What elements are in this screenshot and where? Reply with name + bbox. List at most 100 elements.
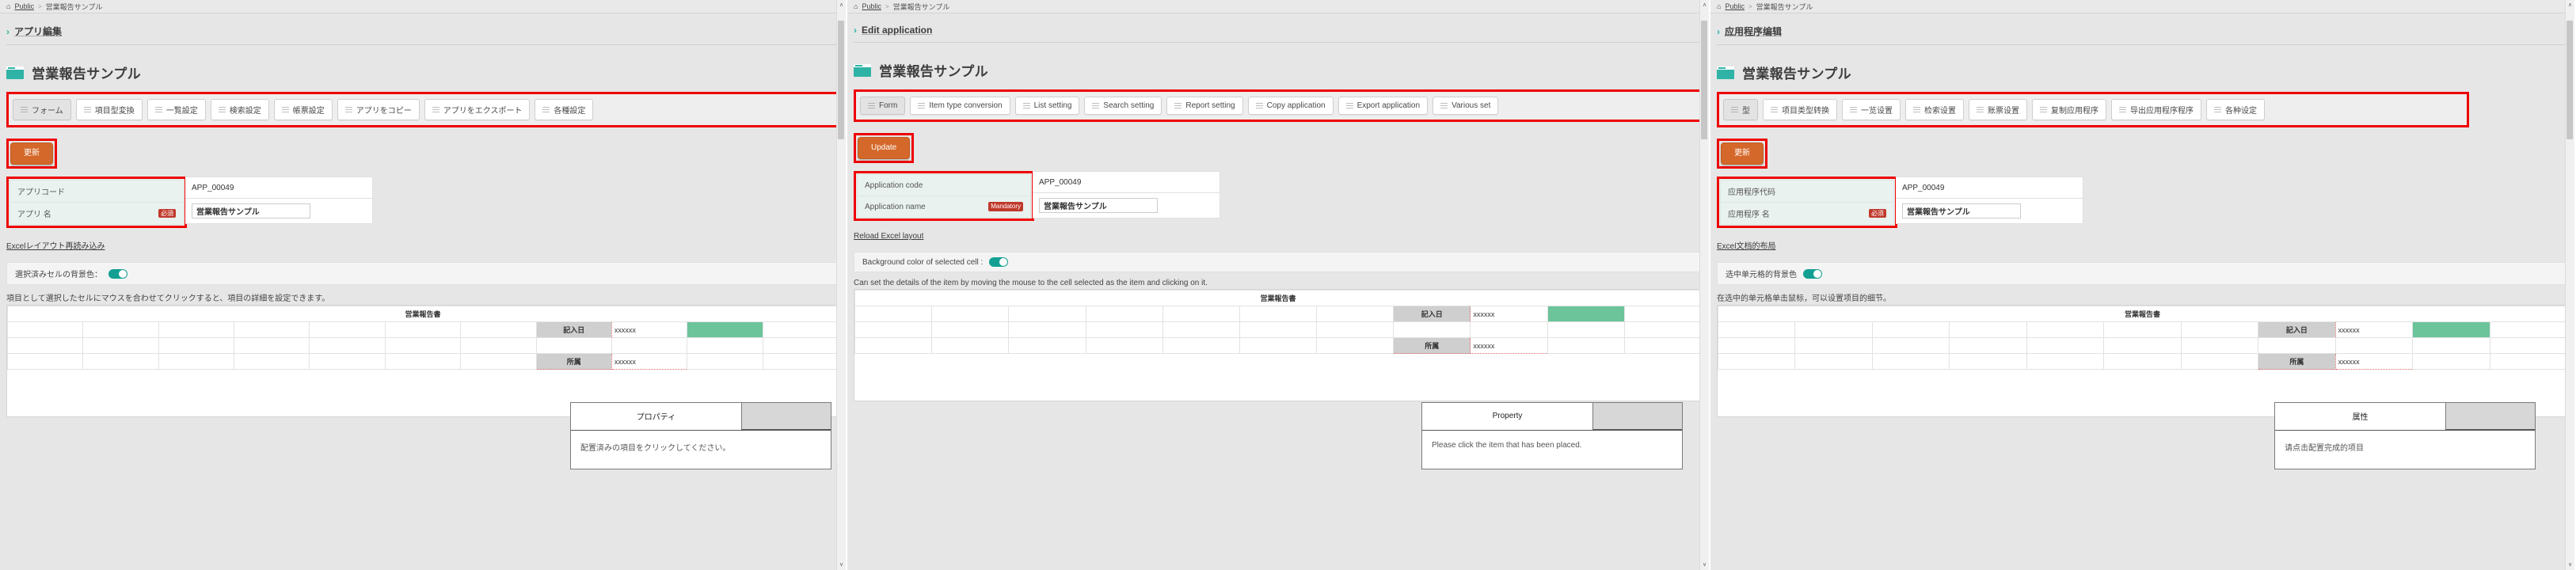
excel-sheet[interactable]: 営業報告書 記入日 xxxxxx 所属 xxxxxx — [854, 289, 1703, 401]
application-name-input[interactable] — [192, 203, 310, 218]
scroll-thumb[interactable] — [2566, 21, 2573, 139]
toolbar-button-copy-application[interactable]: Copy application — [1247, 97, 1334, 115]
application-name-input[interactable] — [1902, 203, 2021, 218]
section-header[interactable]: › 应用程序编辑 — [1710, 13, 2574, 43]
toolbar-button-various-settings[interactable]: 各種設定 — [535, 99, 594, 120]
chevron-right-icon: › — [1717, 25, 1720, 37]
home-icon[interactable]: ⌂ — [854, 2, 858, 10]
scroll-thumb[interactable] — [1701, 21, 1707, 139]
table-row — [1033, 192, 1220, 218]
toolbar-button-label: 帳票設定 — [292, 107, 325, 116]
toolbar-button-form[interactable]: 型 — [1723, 99, 1758, 120]
scroll-up-arrow[interactable]: ∧ — [837, 0, 846, 10]
update-button[interactable]: 更新 — [10, 142, 53, 165]
table-row: APP_00049 — [1896, 177, 2083, 199]
sheet-cell-dept-label[interactable]: 所属 — [1393, 337, 1471, 354]
property-popup: 属性 请点击配置完成的项目 — [2274, 402, 2536, 469]
section-title[interactable]: アプリ編集 — [14, 25, 62, 38]
toolbar-button-search-setting[interactable]: 検索設定 — [210, 99, 269, 120]
sheet-cell-date-value[interactable]: xxxxxx — [611, 321, 688, 338]
toolbar-button-search-setting[interactable]: 检索设置 — [1905, 99, 1964, 120]
toolbar-button-various-settings[interactable]: Various set — [1433, 97, 1499, 115]
home-icon[interactable]: ⌂ — [6, 2, 10, 10]
reload-excel-layout-link[interactable]: Excel文档的布局 — [1717, 239, 1775, 251]
toolbar-button-label: Various set — [1452, 101, 1491, 110]
scroll-down-arrow[interactable]: ∨ — [837, 560, 846, 570]
app-title: 営業報告サンプル — [879, 64, 988, 79]
list-lines-icon — [2040, 106, 2047, 113]
sheet-cell-date-value[interactable]: xxxxxx — [1470, 306, 1548, 322]
table-row: 所属 xxxxxx — [854, 337, 1702, 354]
hint-text: 在选中的单元格单击鼠标，可以设置项目的细节。 — [1717, 294, 1891, 303]
table-row: 所属 xxxxxx — [7, 353, 839, 370]
reload-excel-layout-link[interactable]: Excelレイアウト再読み込み — [6, 239, 105, 251]
page-scrollbar[interactable]: ∧ ∨ — [836, 0, 846, 570]
section-title[interactable]: 应用程序编辑 — [1725, 25, 1782, 38]
toolbar-button-copy-application[interactable]: 复制应用程序 — [2032, 99, 2106, 120]
section-header[interactable]: › Edit application — [847, 13, 1709, 40]
page-scrollbar[interactable]: ∧ ∨ — [1699, 0, 1709, 570]
scroll-up-arrow[interactable]: ∧ — [2566, 0, 2574, 10]
breadcrumb-root-link[interactable]: Public — [862, 2, 881, 10]
update-button[interactable]: Update — [858, 137, 911, 159]
toolbar-button-item-type-conversion[interactable]: Item type conversion — [910, 97, 1010, 115]
toolbar-button-various-settings[interactable]: 各种设定 — [2206, 99, 2265, 120]
toolbar-button-list-setting[interactable]: List setting — [1014, 97, 1080, 115]
toolbar-button-export-application[interactable]: 导出应用程序程序 — [2111, 99, 2201, 120]
scroll-thumb[interactable] — [838, 21, 844, 139]
section-header[interactable]: › アプリ編集 — [0, 13, 846, 43]
sheet-cell-dept-value[interactable]: xxxxxx — [611, 353, 688, 370]
application-name-input[interactable] — [1039, 198, 1158, 213]
scroll-down-arrow[interactable]: ∨ — [2566, 560, 2574, 570]
sheet-cell-date-marker[interactable] — [1547, 306, 1625, 322]
sheet-cell-date-label[interactable]: 記入日 — [1393, 306, 1471, 322]
panel-japanese: ⌂ Public > 営業報告サンプル › アプリ編集 営業報告サンプル フォー… — [0, 0, 847, 570]
breadcrumb-root-link[interactable]: Public — [14, 2, 34, 10]
tab-property[interactable]: プロパティ — [571, 403, 741, 430]
sheet-cell-date-value[interactable]: xxxxxx — [2334, 321, 2414, 338]
sheet-cell-dept-label[interactable]: 所属 — [535, 353, 612, 370]
tab-property[interactable]: 属性 — [2275, 403, 2445, 430]
page-scrollbar[interactable]: ∧ ∨ — [2565, 0, 2574, 570]
toolbar-button-list-setting[interactable]: 一览设置 — [1842, 99, 1901, 120]
home-icon[interactable]: ⌂ — [1717, 2, 1721, 10]
toggle-label: 选中单元格的背景色 — [1726, 271, 1797, 279]
section-title[interactable]: Edit application — [862, 25, 932, 36]
sheet-cell-date-label[interactable]: 記入日 — [535, 321, 612, 338]
sheet-cell-date-marker[interactable] — [2412, 321, 2490, 338]
field-value-application-code: APP_00049 — [1033, 171, 1220, 193]
toolbar-button-label: フォーム — [32, 107, 63, 116]
list-lines-icon — [1977, 106, 1984, 113]
toolbar-button-report-setting[interactable]: 账票设置 — [1969, 99, 2027, 120]
toolbar-button-label: 検索設定 — [229, 107, 261, 116]
update-button-highlight-box: 更新 — [6, 139, 57, 169]
excel-sheet[interactable]: 営業報告書 記入日 xxxxxx 所属 xxxxxx — [1717, 305, 2568, 417]
toolbar-button-export-application[interactable]: Export application — [1337, 97, 1429, 115]
background-color-toggle[interactable] — [1803, 268, 1822, 279]
sheet-cell-date-label[interactable]: 記入日 — [2258, 321, 2336, 338]
toolbar-button-item-type-conversion[interactable]: 项目类型转换 — [1763, 99, 1837, 120]
toolbar-button-export-application[interactable]: アプリをエクスポート — [424, 99, 531, 120]
toolbar-button-report-setting[interactable]: Report setting — [1166, 97, 1243, 115]
background-color-toggle[interactable] — [989, 257, 1009, 267]
scroll-down-arrow[interactable]: ∨ — [1700, 560, 1709, 570]
toolbar-button-item-type-conversion[interactable]: 項目型変換 — [75, 99, 143, 120]
reload-excel-layout-link[interactable]: Reload Excel layout — [854, 232, 923, 241]
toolbar-button-form[interactable]: フォーム — [13, 99, 71, 120]
sheet-cell-dept-value[interactable]: xxxxxx — [2334, 353, 2414, 370]
background-color-toggle[interactable] — [108, 268, 127, 279]
sheet-cell-dept-label[interactable]: 所属 — [2258, 353, 2336, 370]
selected-cell-background-toggle-row: Background color of selected cell : — [854, 252, 1703, 272]
scroll-up-arrow[interactable]: ∧ — [1700, 0, 1709, 10]
tab-property[interactable]: Property — [1422, 403, 1592, 430]
breadcrumb-root-link[interactable]: Public — [1725, 2, 1745, 10]
toolbar-button-report-setting[interactable]: 帳票設定 — [273, 99, 333, 120]
toolbar-button-list-setting[interactable]: 一覧設定 — [146, 99, 206, 120]
toolbar-button-search-setting[interactable]: Search setting — [1084, 97, 1162, 115]
excel-sheet[interactable]: 営業報告書 記入日 xxxxxx 所属 xxxxxx — [6, 305, 839, 417]
sheet-cell-dept-value[interactable]: xxxxxx — [1470, 337, 1548, 354]
toolbar-button-form[interactable]: Form — [860, 97, 906, 115]
sheet-cell-date-marker[interactable] — [687, 321, 763, 338]
toolbar-button-copy-application[interactable]: アプリをコピー — [337, 99, 420, 120]
update-button[interactable]: 更新 — [1721, 142, 1764, 165]
